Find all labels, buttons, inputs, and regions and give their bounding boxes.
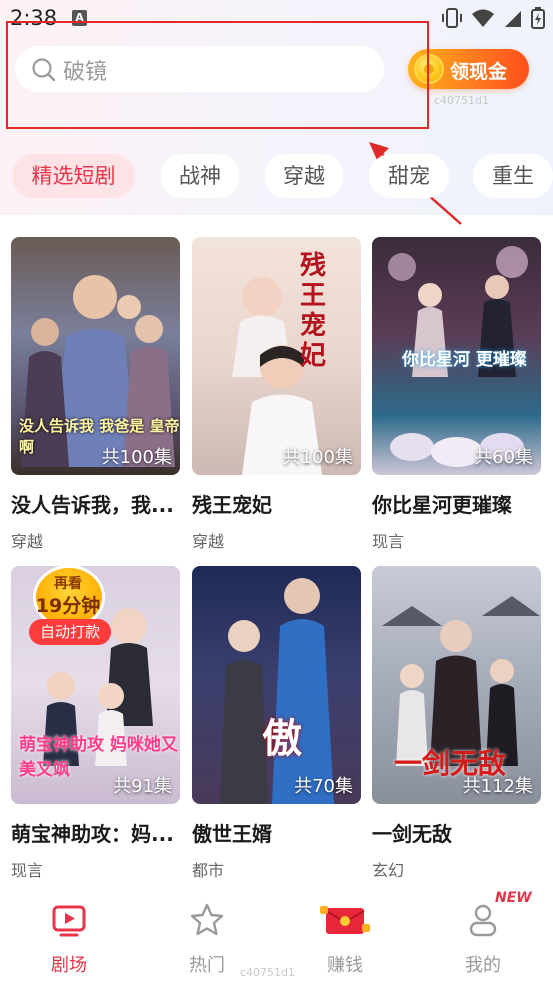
watermark-top: c40751d1 [434,94,490,107]
drama-genre: 玄幻 [372,861,405,880]
drama-genre: 现言 [11,861,44,880]
drama-title[interactable]: 残王宠妃 [192,489,362,518]
poster-art [220,578,334,804]
badge-text-line1: 再看 [54,576,82,592]
new-badge: NEW [495,890,532,906]
watermark-bottom: c40751d1 [240,966,296,979]
tab-label: 战神 [179,164,221,188]
episode-count: 共112集 [462,776,533,797]
tab-label: 甜宠 [388,164,430,188]
tab-rebirth[interactable]: 重生 [473,154,553,198]
drama-genre: 都市 [192,861,225,880]
tab-time-travel[interactable]: 穿越 [264,154,344,198]
drama-title[interactable]: 你比星河更璀璨 [372,489,542,518]
drama-genre: 现言 [372,532,405,551]
nav-item-earn[interactable]: 赚钱 [295,888,395,983]
episode-count: 共100集 [282,447,353,468]
play-icon [52,905,86,937]
vibrate-icon [442,8,462,28]
person-icon [469,904,497,937]
auto-payout-button[interactable]: 自动打款 [29,619,111,645]
status-icons [441,7,545,29]
poster-title: 傲 [262,716,302,762]
poster-title: 你比星河 更璀璨 [402,350,527,370]
nav-label: 剧场 [51,955,87,976]
tab-featured[interactable]: 精选短剧 [12,154,135,198]
signal-icon [505,11,521,27]
star-icon [190,903,224,936]
drama-card-thumbnail[interactable]: 你比星河 更璀璨 共60集 [372,237,541,475]
tab-war-god[interactable]: 战神 [160,154,240,198]
drama-title[interactable]: 傲世王婿 [192,818,362,847]
drama-title[interactable]: 一剑无敌 [372,818,542,847]
drama-card-thumbnail[interactable]: 一剑无敌 共112集 [372,566,541,804]
tab-label: 穿越 [283,164,325,188]
badge-text-line2: 19分钟 [35,595,101,617]
drama-genre: 穿越 [192,532,225,551]
claim-cash-label: 领现金 [450,61,508,83]
nav-item-theater[interactable]: 剧场 [19,888,119,983]
poster-title: 残王宠妃 [300,251,327,371]
drama-genre: 穿越 [11,532,44,551]
tab-sweet-romance[interactable]: 甜宠 [369,154,449,198]
wifi-icon [472,9,494,27]
drama-card-thumbnail[interactable]: 没人告诉我 我爸是 皇帝啊 共100集 [11,237,180,475]
red-envelope-icon [320,906,370,934]
tab-label: 精选短剧 [31,164,116,188]
annotation-highlight-box [6,21,429,129]
episode-count: 共91集 [113,776,172,797]
drama-title[interactable]: 萌宝神助攻：妈... [11,818,181,847]
watch-reward-badge[interactable]: 再看 19分钟 自动打款 [29,561,113,645]
drama-card-thumbnail[interactable]: 傲 共70集 [192,566,361,804]
nav-label: 我的 [465,955,501,976]
drama-card-thumbnail[interactable]: 残王宠妃 共100集 [192,237,361,475]
nav-label: 赚钱 [327,955,363,976]
tab-label: 重生 [492,164,534,188]
drama-title[interactable]: 没人告诉我，我... [11,489,181,518]
episode-count: 共70集 [294,776,353,797]
episode-count: 共60集 [474,447,533,468]
episode-count: 共100集 [101,447,172,468]
battery-icon [531,7,545,29]
